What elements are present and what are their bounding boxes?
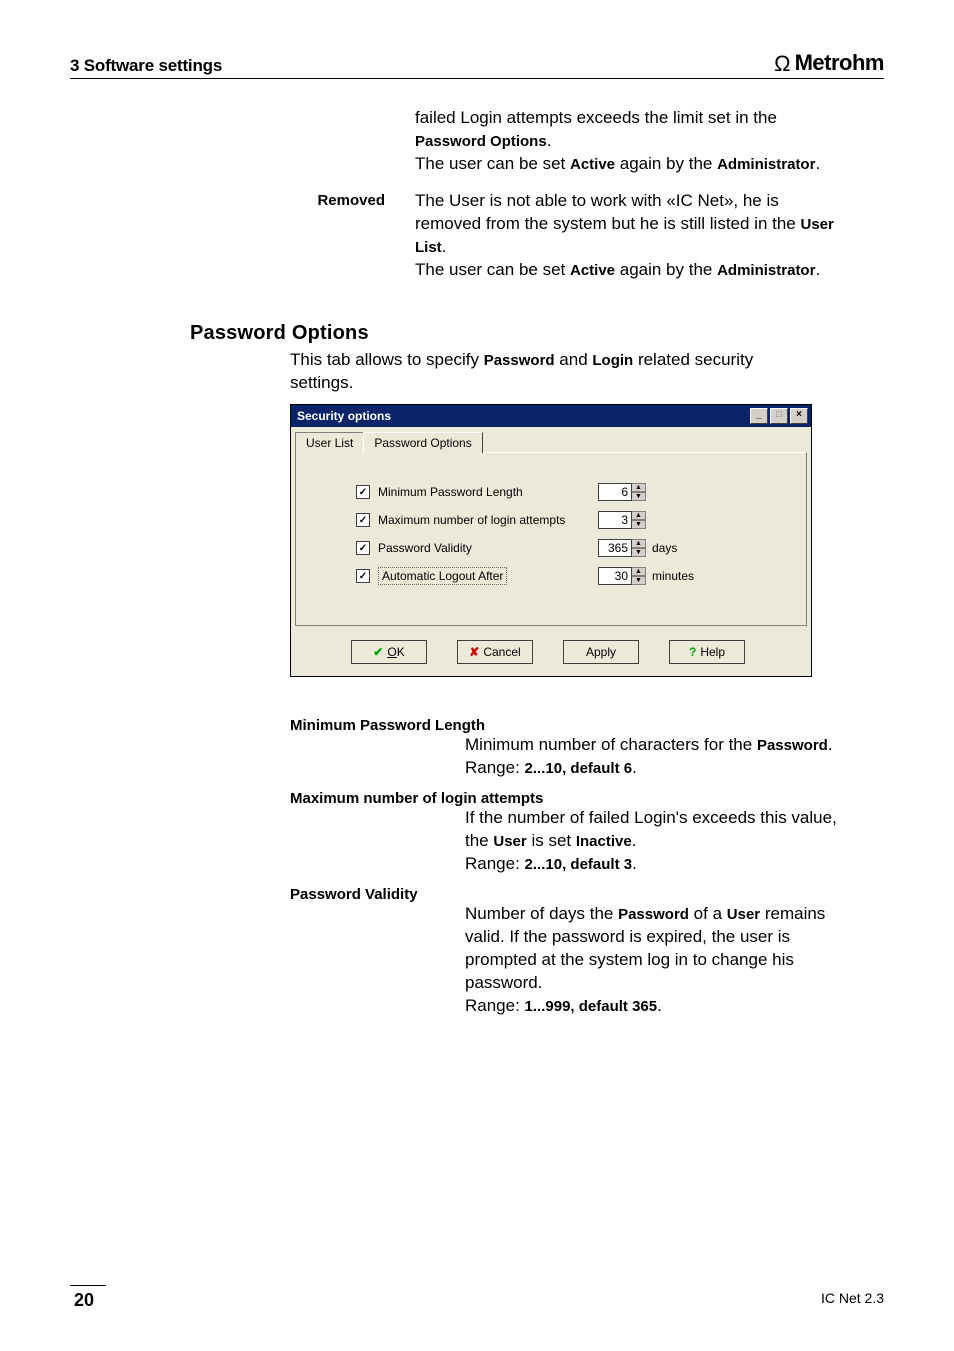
spin-down-icon[interactable]: ▼	[632, 548, 646, 557]
minimize-icon[interactable]: _	[750, 408, 768, 424]
spin-down-icon[interactable]: ▼	[632, 492, 646, 501]
x-icon: ✘	[469, 645, 479, 659]
definition-term	[70, 107, 415, 176]
option-row: ✓ Automatic Logout After ▲▼ minutes	[356, 567, 786, 585]
option-label: Password Validity	[378, 541, 598, 555]
section-label: 3 Software settings	[70, 56, 222, 76]
ok-button[interactable]: ✔ OK	[351, 640, 427, 664]
option-row: ✓ Maximum number of login attempts ▲▼	[356, 511, 786, 529]
option-unit: minutes	[652, 569, 694, 583]
security-options-window: Security options _ □ × User ListPassword…	[290, 404, 812, 677]
question-icon: ?	[689, 645, 696, 659]
definition-term: Minimum Password Length	[290, 717, 884, 734]
option-row: ✓ Minimum Password Length ▲▼	[356, 483, 786, 501]
page-header: 3 Software settings Ω Metrohm	[70, 50, 884, 79]
definition-body: Number of days the Password of a User re…	[465, 903, 865, 1018]
omega-icon: Ω	[774, 53, 790, 75]
definition-term: Password Validity	[290, 886, 884, 903]
checkbox[interactable]: ✓	[356, 513, 370, 527]
tab-row: User ListPassword Options	[295, 431, 807, 452]
page-number: 20	[70, 1285, 106, 1311]
brand-text: Metrohm	[795, 50, 884, 76]
section-heading: Password Options	[190, 322, 884, 345]
definition-term: Maximum number of login attempts	[290, 790, 884, 807]
spin-down-icon[interactable]: ▼	[632, 576, 646, 585]
option-value-input[interactable]	[598, 511, 632, 529]
spin-up-icon[interactable]: ▲	[632, 511, 646, 520]
spin-up-icon[interactable]: ▲	[632, 567, 646, 576]
help-button[interactable]: ? Help	[669, 640, 745, 664]
option-label: Minimum Password Length	[378, 485, 598, 499]
definition-body: Minimum number of characters for the Pas…	[465, 734, 865, 780]
option-unit: days	[652, 541, 677, 555]
check-icon: ✔	[373, 645, 383, 659]
window-title: Security options	[297, 409, 391, 423]
cancel-button[interactable]: ✘ Cancel	[457, 640, 533, 664]
definition-body: The User is not able to work with «IC Ne…	[415, 190, 845, 282]
apply-button[interactable]: Apply	[563, 640, 639, 664]
option-label: Maximum number of login attempts	[378, 513, 598, 527]
definition-term: Removed	[70, 190, 415, 282]
option-value-input[interactable]	[598, 483, 632, 501]
spin-down-icon[interactable]: ▼	[632, 520, 646, 529]
definition-body: failed Login attempts exceeds the limit …	[415, 107, 845, 176]
maximize-icon[interactable]: □	[770, 408, 788, 424]
option-value-input[interactable]	[598, 539, 632, 557]
checkbox[interactable]: ✓	[356, 541, 370, 555]
definition-block: failed Login attempts exceeds the limit …	[70, 107, 884, 176]
option-row: ✓ Password Validity ▲▼ days	[356, 539, 786, 557]
section-intro: This tab allows to specify Password and …	[290, 349, 794, 395]
security-options-screenshot: Security options _ □ × User ListPassword…	[290, 404, 884, 677]
close-icon[interactable]: ×	[790, 408, 808, 424]
definition-body: If the number of failed Login's exceeds …	[465, 807, 865, 876]
option-label: Automatic Logout After	[378, 569, 598, 583]
password-options-panel: ✓Minimum Password Length▲▼✓Maximum numbe…	[295, 452, 807, 626]
window-titlebar: Security options _ □ ×	[291, 405, 811, 427]
definition-block: RemovedThe User is not able to work with…	[70, 190, 884, 282]
option-value-input[interactable]	[598, 567, 632, 585]
tab-password-options[interactable]: Password Options	[363, 432, 482, 453]
tab-user-list[interactable]: User List	[295, 432, 364, 453]
checkbox[interactable]: ✓	[356, 485, 370, 499]
checkbox[interactable]: ✓	[356, 569, 370, 583]
spin-up-icon[interactable]: ▲	[632, 539, 646, 548]
spin-up-icon[interactable]: ▲	[632, 483, 646, 492]
product-name: IC Net 2.3	[821, 1290, 884, 1306]
brand-logo: Ω Metrohm	[774, 50, 884, 76]
